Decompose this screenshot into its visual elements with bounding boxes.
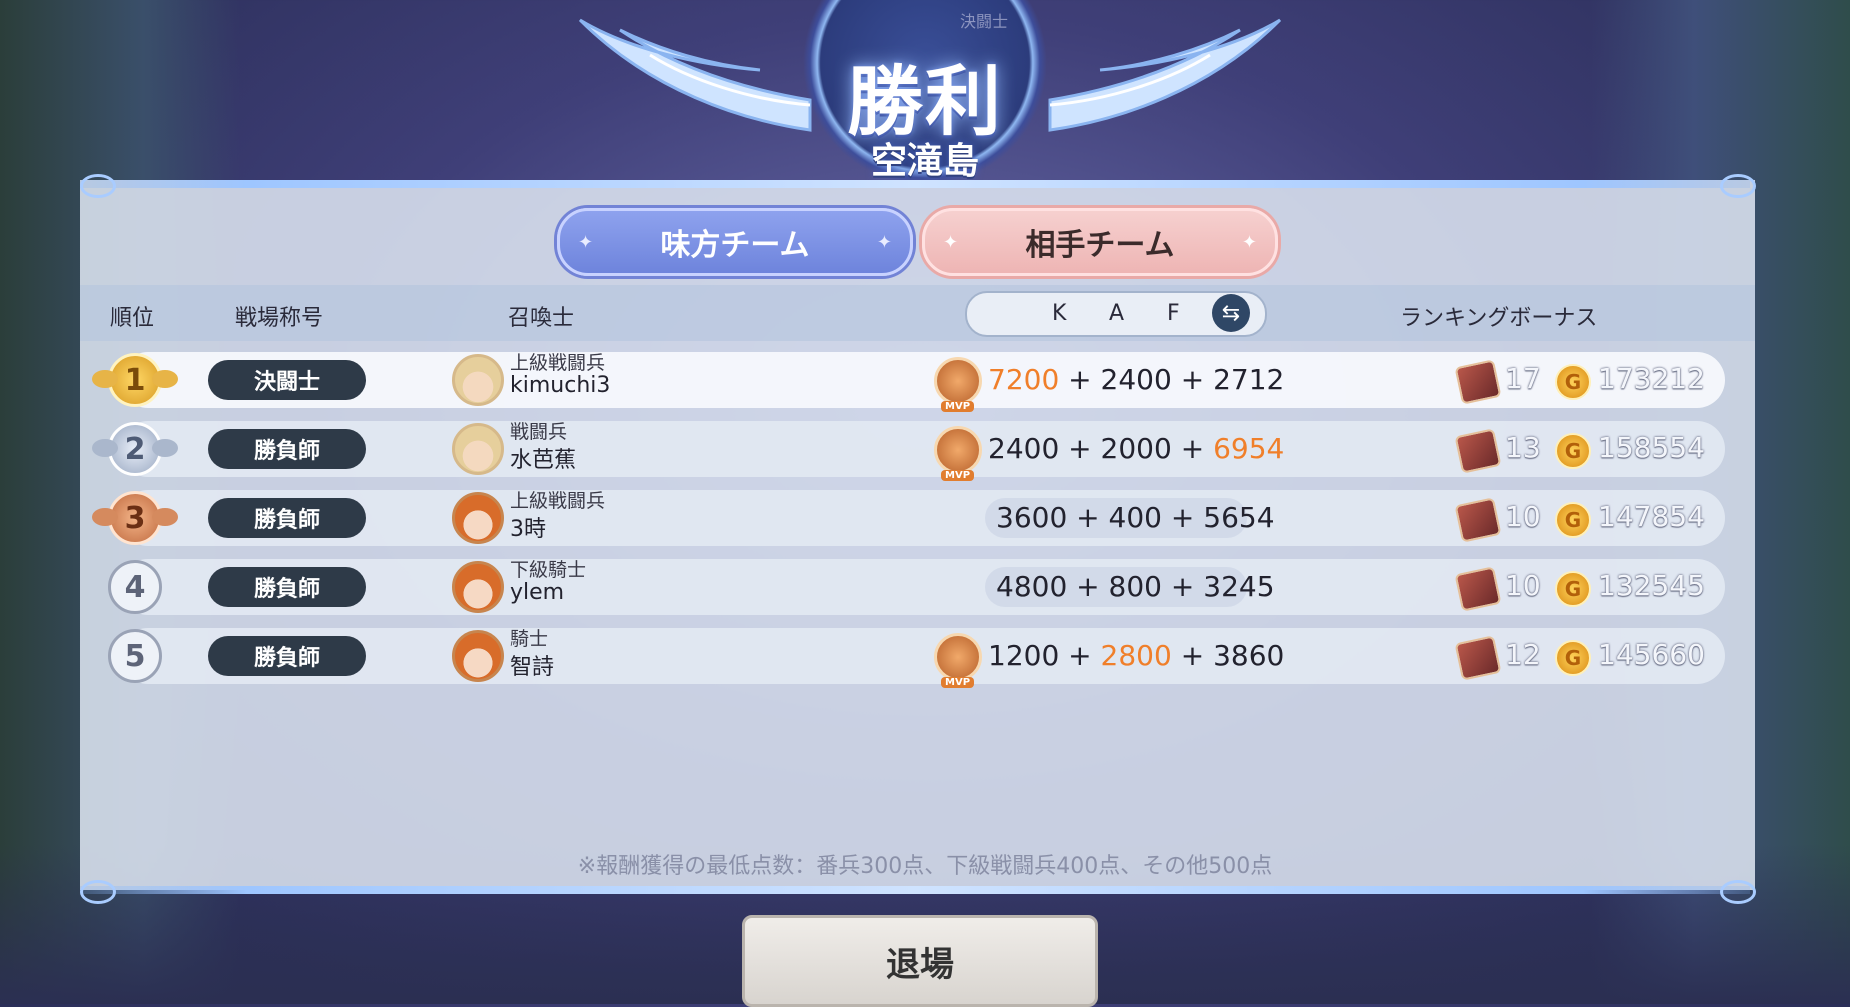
score-a: 2000 bbox=[1100, 432, 1172, 465]
score-k: 3600 bbox=[996, 501, 1068, 534]
score-f: 5654 bbox=[1203, 501, 1275, 534]
player-rank: 下級騎士 bbox=[510, 559, 587, 581]
score-a: 800 bbox=[1108, 570, 1162, 603]
coin-icon: G bbox=[1555, 640, 1591, 676]
score-a: 2400 bbox=[1100, 363, 1172, 396]
rank-number: 4 bbox=[108, 560, 162, 614]
coin-icon: G bbox=[1555, 502, 1591, 538]
coin-amount: 145660 bbox=[1598, 638, 1705, 671]
ornament-icon bbox=[1720, 174, 1756, 198]
header-ranking-bonus: ランキングボーナス bbox=[1400, 306, 1598, 331]
chest-count: 10 bbox=[1505, 500, 1541, 533]
rank-number: 5 bbox=[108, 629, 162, 683]
rank-badge: 1 bbox=[90, 350, 180, 410]
top-small-label: 決闘士 bbox=[960, 12, 1009, 31]
avatar[interactable] bbox=[452, 423, 504, 475]
header-rank: 順位 bbox=[110, 306, 155, 331]
sparkle-icon: ✦ bbox=[578, 231, 594, 253]
coin-amount: 132545 bbox=[1598, 569, 1705, 602]
coin-amount: 158554 bbox=[1598, 431, 1705, 464]
chest-icon bbox=[1454, 566, 1502, 612]
rank-badge: 3 bbox=[90, 488, 180, 548]
mvp-icon: MVP bbox=[934, 426, 982, 481]
coin-icon: G bbox=[1555, 433, 1591, 469]
score-f: 2712 bbox=[1213, 363, 1285, 396]
coin-amount: 173212 bbox=[1598, 362, 1705, 395]
tab-ally-team[interactable]: ✦ 味方チーム ✦ bbox=[557, 208, 913, 276]
header-k: K bbox=[1052, 301, 1067, 326]
rank-badge: 5 bbox=[90, 626, 180, 686]
coin-icon: G bbox=[1555, 364, 1591, 400]
score-k: 2400 bbox=[988, 432, 1060, 465]
chest-icon bbox=[1454, 428, 1502, 474]
chest-icon bbox=[1454, 359, 1502, 405]
coin-amount: 147854 bbox=[1598, 500, 1705, 533]
panel-bottom-bar bbox=[80, 886, 1750, 894]
battle-title-badge: 決闘士 bbox=[208, 360, 366, 400]
sparkle-icon: ✦ bbox=[1241, 231, 1257, 253]
player-rank: 上級戦闘兵 bbox=[510, 352, 606, 374]
tab-enemy-label: 相手チーム bbox=[1025, 228, 1175, 263]
ornament-icon bbox=[80, 174, 116, 198]
score-k: 1200 bbox=[988, 639, 1060, 672]
score-a: 2800 bbox=[1100, 639, 1172, 672]
score-kaf: 2400 + 2000 + 6954 bbox=[988, 432, 1285, 465]
score-k: 4800 bbox=[996, 570, 1068, 603]
player-name: 智詩 bbox=[510, 655, 555, 680]
header-a: A bbox=[1109, 301, 1125, 326]
score-f: 3860 bbox=[1213, 639, 1285, 672]
battle-title-badge: 勝負師 bbox=[208, 498, 366, 538]
ornament-icon bbox=[80, 880, 116, 904]
mvp-icon: MVP bbox=[934, 357, 982, 412]
player-name: 水芭蕉 bbox=[510, 448, 577, 473]
score-kaf: 3600 + 400 + 5654 bbox=[996, 501, 1275, 534]
rank-badge: 4 bbox=[90, 557, 180, 617]
score-a: 400 bbox=[1108, 501, 1162, 534]
chest-count: 10 bbox=[1505, 569, 1541, 602]
tab-enemy-team[interactable]: ✦ 相手チーム ✦ bbox=[922, 208, 1278, 276]
reward-note: ※報酬獲得の最低点数：番兵300点、下級戦闘兵400点、その他500点 bbox=[577, 854, 1273, 879]
sparkle-icon: ✦ bbox=[943, 231, 959, 253]
tab-ally-label: 味方チーム bbox=[660, 228, 810, 263]
avatar[interactable] bbox=[452, 354, 504, 406]
avatar[interactable] bbox=[452, 561, 504, 613]
coin-icon: G bbox=[1555, 571, 1591, 607]
header-battle-title: 戦場称号 bbox=[235, 306, 324, 331]
chest-count: 13 bbox=[1505, 431, 1541, 464]
player-name: 3時 bbox=[510, 517, 546, 542]
player-rank: 戦闘兵 bbox=[510, 421, 568, 443]
score-kaf: 1200 + 2800 + 3860 bbox=[988, 639, 1285, 672]
map-name: 空滝島 bbox=[870, 141, 979, 182]
battle-title-badge: 勝負師 bbox=[208, 636, 366, 676]
panel-top-bar bbox=[80, 180, 1750, 188]
chest-icon bbox=[1454, 497, 1502, 543]
ornament-icon bbox=[1720, 880, 1756, 904]
player-name: kimuchi3 bbox=[510, 373, 611, 398]
score-k: 7200 bbox=[988, 363, 1060, 396]
exit-button[interactable]: 退場 bbox=[742, 915, 1098, 1007]
rank-badge: 2 bbox=[90, 419, 180, 479]
chest-icon bbox=[1454, 635, 1502, 681]
avatar[interactable] bbox=[452, 492, 504, 544]
score-f: 3245 bbox=[1203, 570, 1275, 603]
score-kaf: 4800 + 800 + 3245 bbox=[996, 570, 1275, 603]
player-rank: 上級戦闘兵 bbox=[510, 490, 606, 512]
battle-title-badge: 勝負師 bbox=[208, 429, 366, 469]
header-summoner: 召喚士 bbox=[508, 306, 575, 331]
score-kaf: 7200 + 2400 + 2712 bbox=[988, 363, 1285, 396]
chest-count: 17 bbox=[1505, 362, 1541, 395]
swap-stats-button[interactable]: ⇆ bbox=[1212, 294, 1250, 332]
player-rank: 騎士 bbox=[510, 628, 549, 650]
header-f: F bbox=[1167, 301, 1180, 326]
battle-title-badge: 勝負師 bbox=[208, 567, 366, 607]
chest-count: 12 bbox=[1505, 638, 1541, 671]
sparkle-icon: ✦ bbox=[876, 231, 892, 253]
player-name: ylem bbox=[510, 580, 565, 605]
avatar[interactable] bbox=[452, 630, 504, 682]
mvp-icon: MVP bbox=[934, 633, 982, 688]
score-f: 6954 bbox=[1213, 432, 1285, 465]
